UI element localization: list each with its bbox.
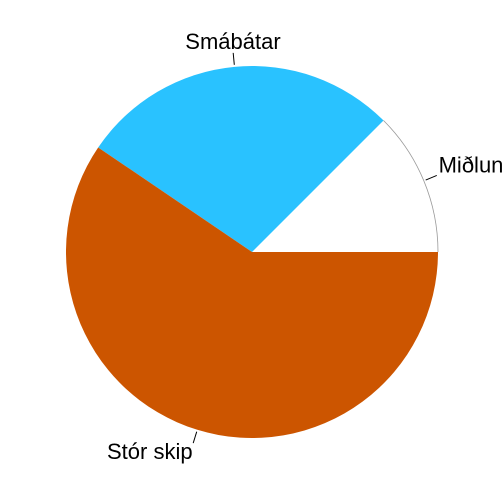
pie-chart: Miðlungs Smábátar Stór skip	[65, 29, 504, 464]
slice-label-smabatar: Smábátar	[185, 29, 280, 54]
label-leader-line	[232, 52, 235, 65]
slice-label-midlungs: Miðlungs	[439, 153, 504, 178]
label-leader-line	[192, 431, 198, 444]
pie-slices	[65, 66, 439, 438]
label-leader-line	[425, 175, 437, 181]
slice-label-stor-skip: Stór skip	[107, 439, 193, 464]
